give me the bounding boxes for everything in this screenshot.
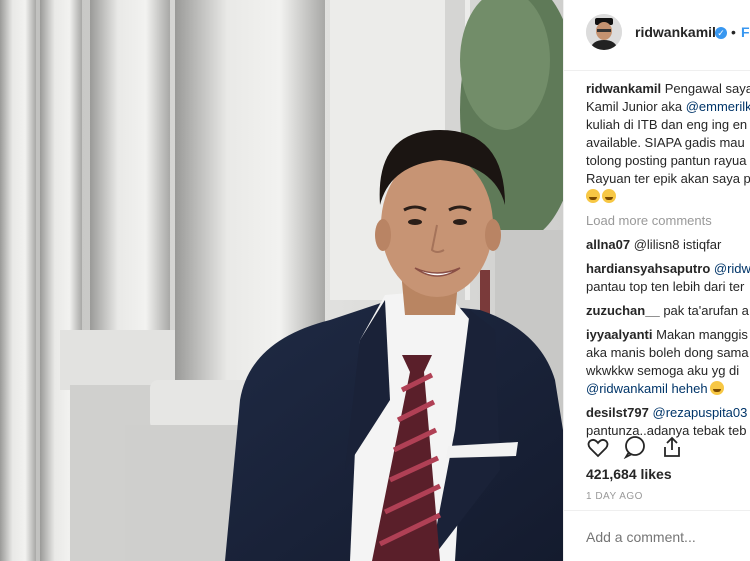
comment-item: allna07 @lilisn8 istiqfar [586,236,750,254]
caption-line: kuliah di ITB dan eng ing en [586,117,748,132]
comment-text: Makan manggis [656,327,748,342]
likes-count[interactable]: 421,684 likes [586,466,672,482]
comment-mention[interactable]: @rezapuspita03 [653,405,748,420]
avatar[interactable] [586,14,622,50]
caption-line: Pengawal saya [664,81,750,96]
load-more-comments-button[interactable]: Load more comments [586,212,750,230]
comments-list: ridwankamil Pengawal saya Kamil Junior a… [586,80,750,446]
heart-icon[interactable] [586,435,610,459]
comment-mention[interactable]: @ridw [714,261,750,276]
verified-badge-icon: ✓ [715,27,727,39]
comment-item: iyyaalyanti Makan manggis aka manis bole… [586,326,750,398]
caption-mention[interactable]: @emmerilk [686,99,750,114]
comment-text: aka manis boleh dong sama [586,345,749,360]
comment-username[interactable]: iyyaalyanti [586,327,653,342]
grinning-emoji-icon [586,189,600,203]
comment-mention[interactable]: @ridwankamil heheh [586,381,708,396]
header-username[interactable]: ridwankamil [635,24,716,40]
caption-username[interactable]: ridwankamil [586,81,661,96]
comment-item: hardiansyahsaputro @ridw pantau top ten … [586,260,750,296]
smile-emoji-icon [709,381,724,395]
caption-line: available. SIAPA gadis mau [586,135,745,150]
avatar-image [586,14,622,50]
caption-line: Rayuan ter epik akan saya p [586,171,750,186]
post-photo[interactable] [0,0,563,561]
separator-dot: • [731,24,736,40]
comment-username[interactable]: allna07 [586,237,630,252]
share-icon[interactable] [660,435,684,459]
comment-item: zuzuchan__ pak ta'arufan a [586,302,750,320]
smiley-emoji-icon [602,189,616,203]
comment-text: pak ta'arufan a [663,303,749,318]
comment-username[interactable]: zuzuchan__ [586,303,660,318]
post-timestamp: 1 DAY AGO [586,491,643,502]
comment-text: @lilisn8 istiqfar [633,237,722,252]
post-side-panel: ridwankamil ✓ • Fo ridwankamil Pengawal … [563,0,750,561]
add-comment-input[interactable] [586,529,746,545]
caption-emoji-row [586,188,750,206]
caption: ridwankamil Pengawal saya Kamil Junior a… [586,80,750,206]
caption-line: tolong posting pantun rayua [586,153,747,168]
post-header: ridwankamil ✓ • Fo [564,0,750,71]
caption-line: Kamil Junior aka [586,99,686,114]
photo-illustration [0,0,563,561]
comment-username[interactable]: hardiansyahsaputro [586,261,710,276]
comment-username[interactable]: desilst797 [586,405,649,420]
follow-button[interactable]: Fo [741,24,750,40]
action-bar [586,435,746,460]
speech-bubble-icon[interactable] [623,435,647,460]
comment-text: wkwkkw semoga aku yg di [586,363,740,378]
add-comment-bar [564,510,750,561]
comment-text: pantau top ten lebih dari ter [586,279,745,294]
